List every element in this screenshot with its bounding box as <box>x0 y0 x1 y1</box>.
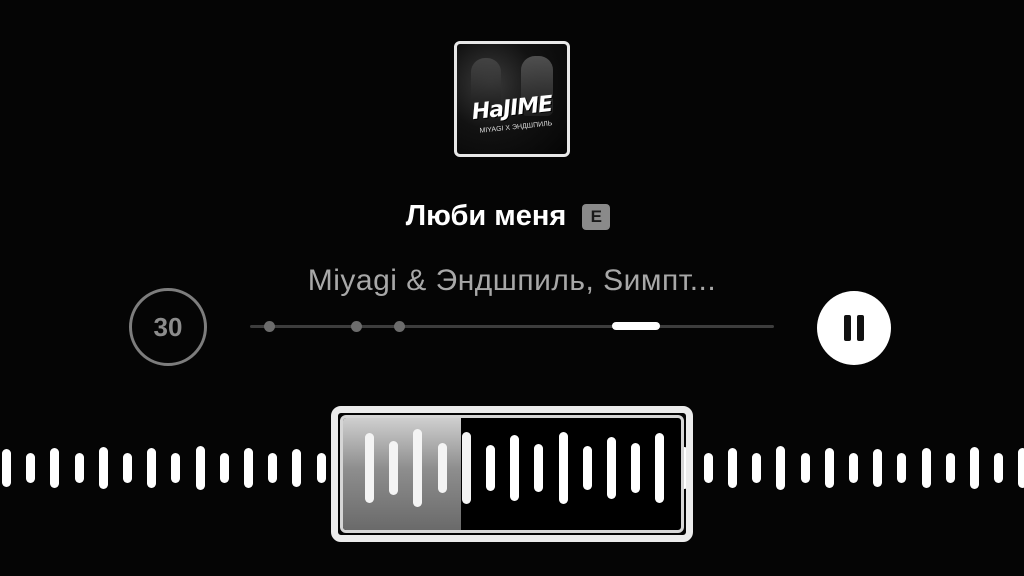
skip-back-30-label: 30 <box>153 311 183 342</box>
page-dot[interactable] <box>264 321 275 332</box>
page-dot[interactable] <box>351 321 362 332</box>
pause-button[interactable] <box>817 291 891 365</box>
pause-icon <box>857 315 864 341</box>
album-art: HaJIME MIYAGI X ЭНДШПИЛЬ <box>454 41 570 157</box>
page-dot[interactable] <box>394 321 405 332</box>
pause-icon <box>844 315 851 341</box>
song-title: Люби меня <box>405 200 567 232</box>
skip-back-30-button[interactable]: 30 <box>129 288 207 366</box>
explicit-badge: E <box>582 203 611 230</box>
player-screen: HaJIME MIYAGI X ЭНДШПИЛЬ Люби меня E Miy… <box>0 0 1024 576</box>
selection-window[interactable] <box>331 406 693 542</box>
title-row: Люби меня E <box>0 200 1024 233</box>
page-indicator-active[interactable] <box>612 322 660 330</box>
page-indicator-track[interactable] <box>250 321 774 332</box>
